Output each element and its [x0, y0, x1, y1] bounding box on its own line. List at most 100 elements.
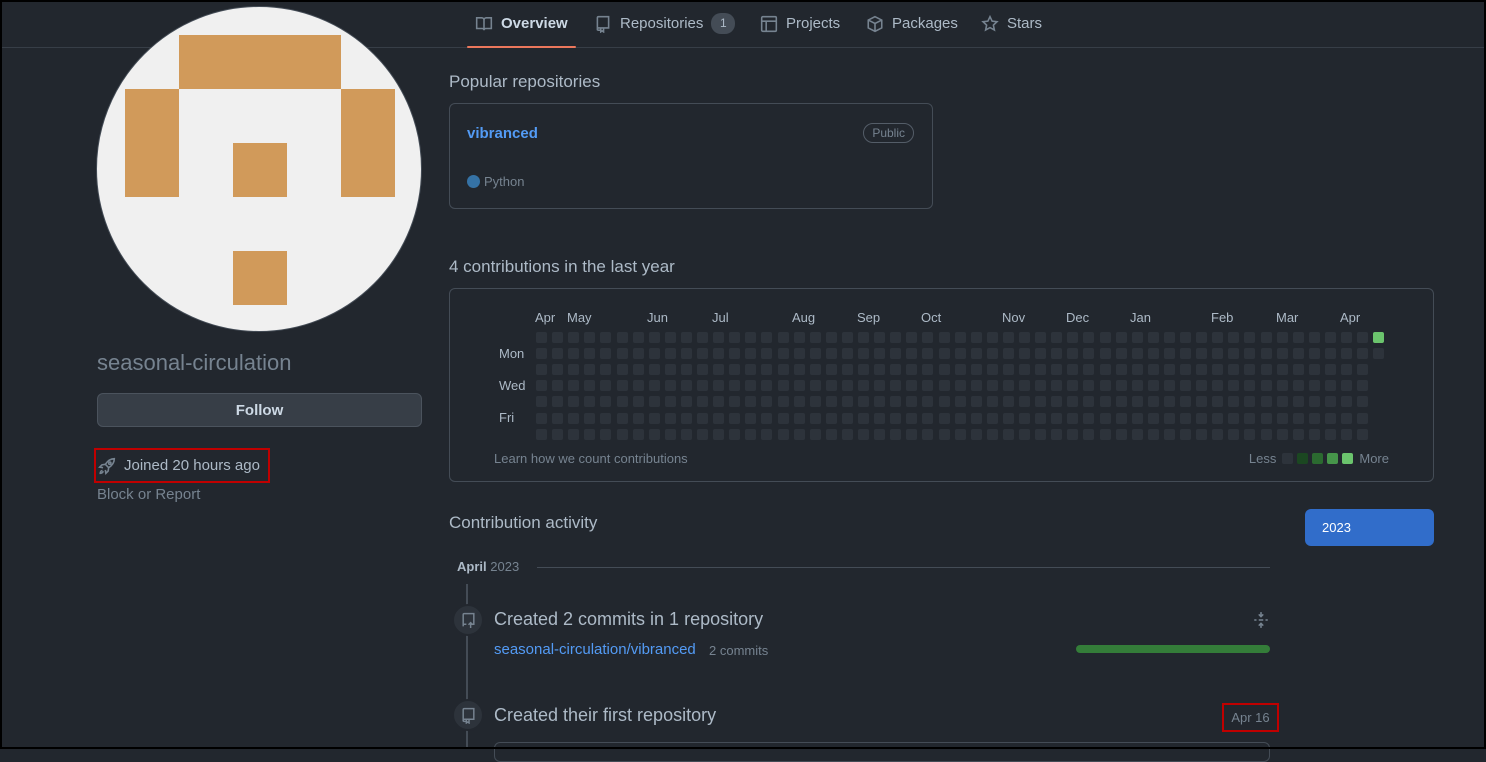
contribution-day-cell[interactable]: [1035, 412, 1047, 424]
contribution-day-cell[interactable]: [664, 348, 676, 360]
contribution-day-cell[interactable]: [1051, 428, 1063, 440]
contribution-day-cell[interactable]: [825, 412, 837, 424]
contribution-day-cell[interactable]: [1083, 348, 1095, 360]
contribution-day-cell[interactable]: [1067, 412, 1079, 424]
contribution-day-cell[interactable]: [809, 412, 821, 424]
contribution-day-cell[interactable]: [986, 380, 998, 392]
contribution-day-cell[interactable]: [1131, 364, 1143, 376]
contribution-day-cell[interactable]: [841, 428, 853, 440]
contribution-day-cell[interactable]: [616, 396, 628, 408]
contribution-day-cell[interactable]: [874, 364, 886, 376]
contribution-day-cell[interactable]: [954, 332, 966, 343]
contribution-day-cell[interactable]: [825, 364, 837, 376]
contribution-day-cell[interactable]: [761, 332, 773, 343]
contribution-day-cell[interactable]: [1341, 364, 1352, 376]
contribution-day-cell[interactable]: [664, 396, 676, 408]
contribution-day-cell[interactable]: [1035, 380, 1047, 392]
contribution-day-cell[interactable]: [970, 396, 982, 408]
contribution-day-cell[interactable]: [906, 380, 918, 392]
contribution-day-cell[interactable]: [536, 396, 547, 408]
contribution-day-cell[interactable]: [1051, 364, 1063, 376]
contribution-day-cell[interactable]: [713, 348, 725, 360]
contribution-day-cell[interactable]: [680, 348, 692, 360]
contribution-day-cell[interactable]: [729, 332, 741, 343]
contribution-day-cell[interactable]: [1163, 380, 1175, 392]
contribution-day-cell[interactable]: [697, 412, 708, 424]
contribution-day-cell[interactable]: [697, 396, 708, 408]
contribution-day-cell[interactable]: [745, 412, 757, 424]
contribution-day-cell[interactable]: [922, 332, 934, 343]
contribution-day-cell[interactable]: [890, 364, 902, 376]
contribution-day-cell[interactable]: [1324, 364, 1336, 376]
contribution-day-cell[interactable]: [1196, 364, 1208, 376]
contribution-day-cell[interactable]: [809, 364, 821, 376]
contribution-day-cell[interactable]: [1373, 332, 1385, 343]
contribution-day-cell[interactable]: [922, 364, 934, 376]
contribution-day-cell[interactable]: [970, 380, 982, 392]
contribution-day-cell[interactable]: [874, 412, 886, 424]
contribution-day-cell[interactable]: [536, 364, 547, 376]
contribution-day-cell[interactable]: [568, 364, 580, 376]
contribution-day-cell[interactable]: [1019, 412, 1030, 424]
follow-button[interactable]: Follow: [97, 393, 422, 427]
learn-contributions-link[interactable]: Learn how we count contributions: [494, 451, 688, 466]
contribution-day-cell[interactable]: [1019, 364, 1030, 376]
avatar[interactable]: [96, 6, 422, 332]
contribution-day-cell[interactable]: [761, 380, 773, 392]
contribution-day-cell[interactable]: [745, 364, 757, 376]
contribution-day-cell[interactable]: [890, 396, 902, 408]
contribution-day-cell[interactable]: [1067, 364, 1079, 376]
contribution-day-cell[interactable]: [1083, 332, 1095, 343]
contribution-day-cell[interactable]: [841, 364, 853, 376]
contribution-day-cell[interactable]: [1035, 332, 1047, 343]
contribution-day-cell[interactable]: [1308, 396, 1320, 408]
contribution-day-cell[interactable]: [1276, 428, 1288, 440]
contribution-day-cell[interactable]: [648, 364, 660, 376]
contribution-day-cell[interactable]: [1228, 428, 1240, 440]
contribution-day-cell[interactable]: [1292, 348, 1304, 360]
contribution-day-cell[interactable]: [1292, 412, 1304, 424]
contribution-day-cell[interactable]: [600, 332, 612, 343]
contribution-day-cell[interactable]: [1035, 348, 1047, 360]
contribution-day-cell[interactable]: [1180, 332, 1191, 343]
contribution-day-cell[interactable]: [1276, 348, 1288, 360]
contribution-day-cell[interactable]: [761, 428, 773, 440]
contribution-day-cell[interactable]: [906, 412, 918, 424]
contribution-day-cell[interactable]: [825, 348, 837, 360]
contribution-day-cell[interactable]: [890, 428, 902, 440]
contribution-day-cell[interactable]: [1324, 380, 1336, 392]
contribution-day-cell[interactable]: [1292, 428, 1304, 440]
contribution-day-cell[interactable]: [938, 364, 950, 376]
contribution-day-cell[interactable]: [970, 348, 982, 360]
contribution-day-cell[interactable]: [584, 380, 596, 392]
contribution-day-cell[interactable]: [906, 348, 918, 360]
contribution-day-cell[interactable]: [1292, 332, 1304, 343]
contribution-day-cell[interactable]: [568, 348, 580, 360]
contribution-day-cell[interactable]: [1147, 396, 1159, 408]
contribution-day-cell[interactable]: [680, 380, 692, 392]
contribution-day-cell[interactable]: [858, 348, 869, 360]
contribution-day-cell[interactable]: [1341, 332, 1352, 343]
contribution-day-cell[interactable]: [1373, 348, 1385, 360]
contribution-day-cell[interactable]: [1019, 396, 1030, 408]
contribution-day-cell[interactable]: [648, 396, 660, 408]
contribution-day-cell[interactable]: [1099, 380, 1111, 392]
contribution-day-cell[interactable]: [970, 332, 982, 343]
contribution-day-cell[interactable]: [841, 380, 853, 392]
contribution-day-cell[interactable]: [890, 412, 902, 424]
contribution-day-cell[interactable]: [1357, 332, 1369, 343]
contribution-day-cell[interactable]: [809, 348, 821, 360]
contribution-day-cell[interactable]: [600, 364, 612, 376]
contribution-day-cell[interactable]: [777, 428, 789, 440]
contribution-day-cell[interactable]: [938, 428, 950, 440]
contribution-day-cell[interactable]: [970, 364, 982, 376]
contribution-day-cell[interactable]: [729, 428, 741, 440]
contribution-day-cell[interactable]: [1067, 348, 1079, 360]
contribution-day-cell[interactable]: [1035, 428, 1047, 440]
contribution-day-cell[interactable]: [1260, 396, 1272, 408]
contribution-day-cell[interactable]: [1147, 332, 1159, 343]
contribution-day-cell[interactable]: [1019, 428, 1030, 440]
contribution-day-cell[interactable]: [1051, 348, 1063, 360]
contribution-day-cell[interactable]: [1196, 412, 1208, 424]
contribution-day-cell[interactable]: [536, 380, 547, 392]
